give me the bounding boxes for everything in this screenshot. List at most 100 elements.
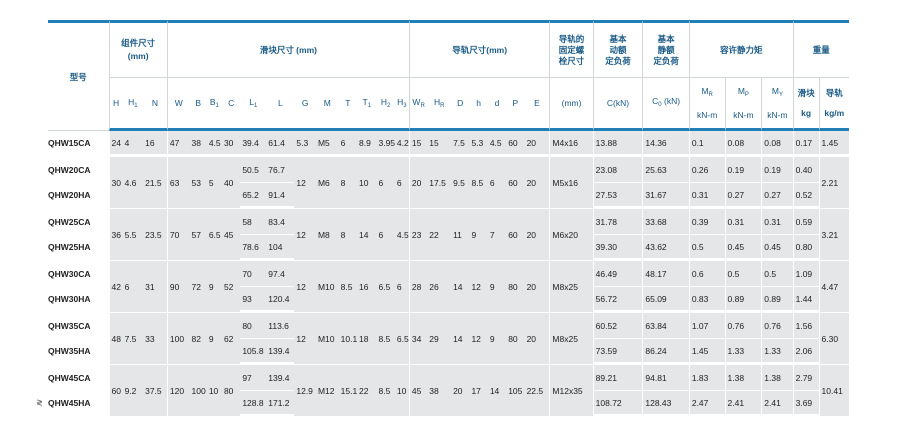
cell-c-kn: 73.59 xyxy=(592,339,643,365)
cell-e: 20 xyxy=(524,157,550,209)
cell-g: 12 xyxy=(294,261,316,313)
cell-h1: 6 xyxy=(122,261,144,313)
cell-e: 20 xyxy=(524,313,550,365)
cell-weight-block: 0.17 xyxy=(792,131,819,157)
cell-weight-block: 0.80 xyxy=(792,235,819,261)
cell-my: 0.5 xyxy=(761,261,793,287)
cell-d: 14 xyxy=(451,261,470,313)
header-assembly: 组件尺寸 (mm) xyxy=(108,20,167,78)
cell-weight-block: 1.09 xyxy=(792,261,819,287)
cell-wr: 20 xyxy=(408,157,428,209)
cell-c: 30 xyxy=(221,131,241,157)
cell-b: 72 xyxy=(189,261,207,313)
subheader-h: H xyxy=(108,78,123,131)
cell-h2: 8.5 xyxy=(376,313,395,365)
header-model-label: 型号 xyxy=(69,71,87,82)
cell-d: 7.5 xyxy=(451,131,470,157)
cell-l1: 78.6 xyxy=(240,235,267,261)
subheader-weight-block: 滑块 kg xyxy=(792,78,819,131)
cell-l1: 58 xyxy=(240,209,267,235)
cell-n: 23.5 xyxy=(143,209,167,261)
cell-t1: 22 xyxy=(357,365,377,417)
cell-d: 9 xyxy=(487,313,507,365)
cell-h2: 6.5 xyxy=(376,261,395,313)
subheader-b1: B1 xyxy=(206,78,222,131)
cell-b: 57 xyxy=(189,209,207,261)
subheader-c0-kn: C0 (kN) xyxy=(642,78,689,131)
cell-h: 8.5 xyxy=(469,157,488,209)
cell-mr: 0.31 xyxy=(688,183,725,209)
cell-mr: 0.5 xyxy=(688,235,725,261)
cell-hr: 29 xyxy=(427,313,452,365)
cell-p: 60 xyxy=(506,209,525,261)
cell-h1: 7.5 xyxy=(122,313,144,365)
cell-l: 171.2 xyxy=(266,391,295,417)
model-cell: QHW30HA xyxy=(48,287,109,313)
table-body: QHW15CA 24 4 16 47 38 4.5 30 39.4 61.4 5.3 M5 6 8.9 3.… xyxy=(48,131,849,417)
cell-e: 22.5 xyxy=(524,365,550,417)
cell-t1: 16 xyxy=(357,261,377,313)
cell-c: 80 xyxy=(221,365,241,417)
cell-c-kn: 108.72 xyxy=(592,391,643,417)
cell-weight-block: 0.59 xyxy=(792,209,819,235)
table-header: 型号 组件尺寸 (mm) 滑块尺寸 (mm) 导轨尺寸(mm) 导轨的 固定螺 … xyxy=(48,20,849,131)
cell-c-kn: 56.72 xyxy=(592,287,643,313)
cell-c-kn: 39.30 xyxy=(592,235,643,261)
cell-l1: 65.2 xyxy=(240,183,267,209)
cell-wr: 45 xyxy=(408,365,428,417)
cell-t: 8.5 xyxy=(338,261,358,313)
cell-d: 20 xyxy=(451,365,470,417)
cell-weight-block: 3.69 xyxy=(792,391,819,417)
cell-w: 90 xyxy=(166,261,190,313)
cell-mr: 0.1 xyxy=(688,131,725,157)
header-moment: 容许静力矩 xyxy=(688,20,793,78)
cell-l: 61.4 xyxy=(266,131,295,157)
model-cell: QHW20HA xyxy=(48,183,109,209)
cell-g: 5.3 xyxy=(294,131,316,157)
header-rail-bolt: 导轨的 固定螺 栓尺寸 xyxy=(549,20,593,78)
cell-my: 0.76 xyxy=(761,313,793,339)
cell-c-kn: 27.53 xyxy=(592,183,643,209)
cell-l: 83.4 xyxy=(266,209,295,235)
cell-c0-kn: 63.84 xyxy=(642,313,689,339)
header-static-load: 基本 静额 定负荷 xyxy=(642,20,689,78)
cell-h3: 6.5 xyxy=(394,313,409,365)
cell-mr: 0.6 xyxy=(688,261,725,287)
cell-c0-kn: 94.81 xyxy=(642,365,689,391)
cell-h: 24 xyxy=(108,131,123,157)
cell-l: 104 xyxy=(266,235,295,261)
cell-w: 70 xyxy=(166,209,190,261)
cell-h1: 9.2 xyxy=(122,365,144,417)
cell-h: 42 xyxy=(108,261,123,313)
subheader-b: B xyxy=(189,78,207,131)
cell-my: 0.27 xyxy=(761,183,793,209)
cell-n: 33 xyxy=(143,313,167,365)
cell-mr: 1.83 xyxy=(688,365,725,391)
cell-bolt: M4x16 xyxy=(549,131,593,157)
cell-mr: 1.45 xyxy=(688,339,725,365)
cell-my: 0.08 xyxy=(761,131,793,157)
cell-hr: 17.5 xyxy=(427,157,452,209)
cell-bolt: M5x16 xyxy=(549,157,593,209)
cell-wr: 15 xyxy=(408,131,428,157)
cell-t: 8 xyxy=(338,157,358,209)
subheader-h2: H2 xyxy=(376,78,395,131)
cell-weight-block: 0.52 xyxy=(792,183,819,209)
model-cell: QHW45HA xyxy=(48,391,109,417)
cell-h: 60 xyxy=(108,365,123,417)
cell-c0-kn: 43.62 xyxy=(642,235,689,261)
subheader-l1: L1 xyxy=(240,78,267,131)
cell-l1: 39.4 xyxy=(240,131,267,157)
cell-c-kn: 60.52 xyxy=(592,313,643,339)
cell-wr: 23 xyxy=(408,209,428,261)
cell-c0-kn: 65.09 xyxy=(642,287,689,313)
cell-c0-kn: 33.68 xyxy=(642,209,689,235)
cell-l1: 93 xyxy=(240,287,267,313)
table-row: QHW15CA 24 4 16 47 38 4.5 30 39.4 61.4 5.3 M5 6 8.9 3.… xyxy=(48,131,849,157)
cell-c0-kn: 14.36 xyxy=(642,131,689,157)
subheader-wr: WR xyxy=(408,78,428,131)
cell-g: 12 xyxy=(294,157,316,209)
cell-c-kn: 31.78 xyxy=(592,209,643,235)
cell-n: 21.5 xyxy=(143,157,167,209)
header-block: 滑块尺寸 (mm) xyxy=(166,20,409,78)
